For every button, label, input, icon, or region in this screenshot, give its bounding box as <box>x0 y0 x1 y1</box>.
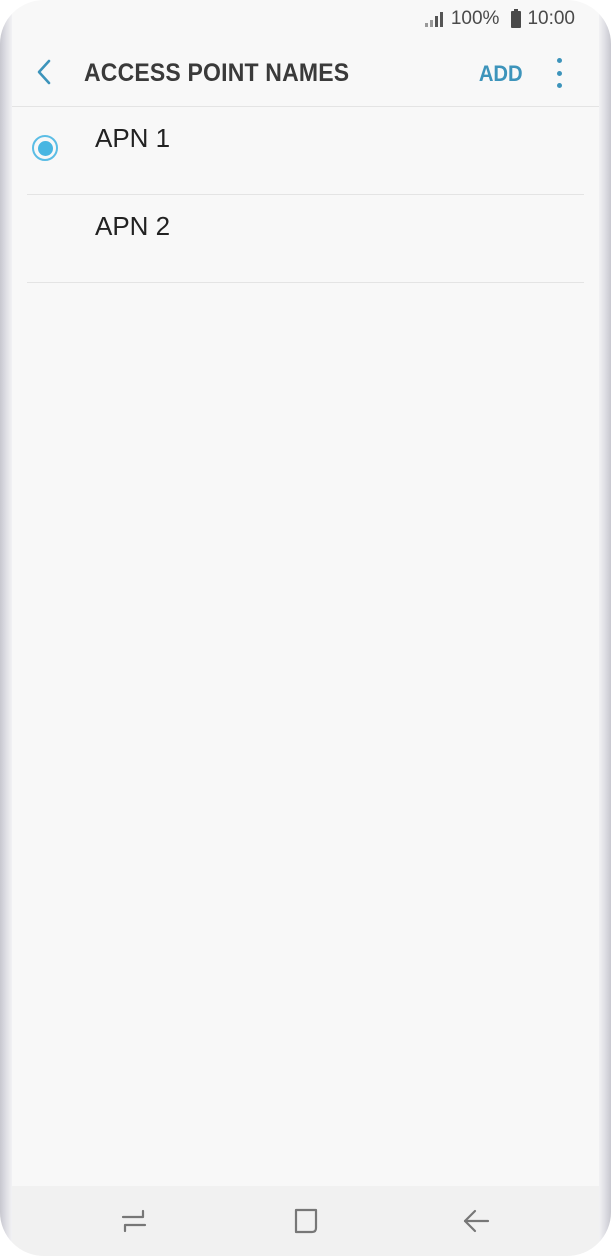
apn-list: APN 1 APN 2 <box>27 107 584 283</box>
battery-percent: 100% <box>450 8 500 29</box>
add-button[interactable]: ADD <box>479 61 523 87</box>
app-bar: ACCESS POINT NAMES ADD <box>12 40 599 107</box>
home-button[interactable] <box>286 1203 326 1239</box>
recent-apps-icon <box>121 1209 147 1233</box>
clock: 10:00 <box>527 8 575 29</box>
recent-apps-button[interactable] <box>114 1203 154 1239</box>
page-title: ACCESS POINT NAMES <box>84 59 350 87</box>
apn-item-2[interactable]: APN 2 <box>27 195 584 283</box>
more-options-icon <box>556 58 562 63</box>
apn-item-1[interactable]: APN 1 <box>27 107 584 195</box>
apn-item-label: APN 1 <box>95 123 171 153</box>
nav-back-button[interactable] <box>456 1203 496 1239</box>
phone-screen: 100% 10:00 ACCESS POINT NAMES ADD APN 1 … <box>0 0 611 1256</box>
back-icon <box>463 1209 490 1233</box>
back-button[interactable] <box>28 54 60 90</box>
more-options-button[interactable] <box>549 58 569 88</box>
battery-icon <box>505 8 522 28</box>
back-arrow-icon <box>37 59 51 85</box>
radio-selected-icon[interactable] <box>32 135 58 161</box>
screen-edge-left <box>0 0 12 1256</box>
signal-icon <box>424 11 445 27</box>
navigation-bar <box>12 1186 599 1256</box>
screen-edge-right <box>599 0 611 1256</box>
home-icon <box>294 1208 318 1234</box>
status-bar: 100% 10:00 <box>12 0 599 38</box>
apn-item-label: APN 2 <box>95 211 171 241</box>
